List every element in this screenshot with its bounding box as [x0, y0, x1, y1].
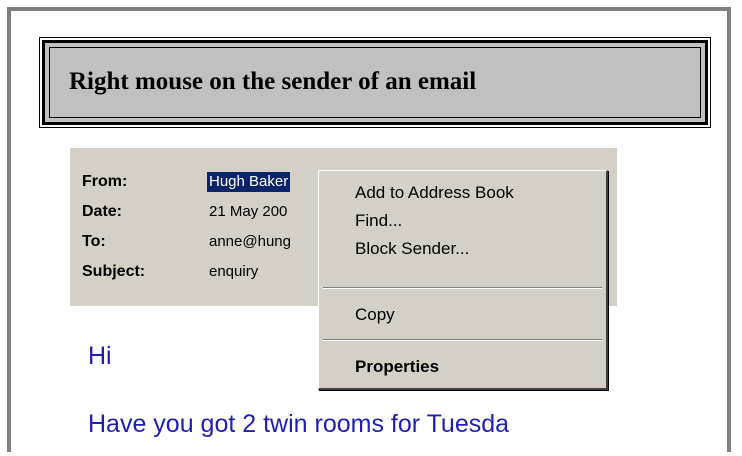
- date-value: 21 May 200: [209, 203, 288, 220]
- to-label: To:: [82, 233, 106, 250]
- sender-name[interactable]: Hugh Baker: [207, 172, 291, 192]
- menu-item-block-sender[interactable]: Block Sender...: [355, 239, 469, 259]
- menu-separator: [323, 339, 602, 341]
- context-menu: Add to Address Book Find... Block Sender…: [318, 170, 608, 390]
- title-box: Right mouse on the sender of an email: [39, 37, 711, 128]
- to-value[interactable]: anne@hung: [209, 232, 329, 252]
- body-greeting: Hi: [88, 342, 112, 370]
- menu-item-find[interactable]: Find...: [355, 211, 402, 231]
- subject-label: Subject:: [82, 263, 146, 280]
- menu-separator: [323, 287, 602, 289]
- subject-value: enquiry: [209, 263, 259, 280]
- menu-item-copy[interactable]: Copy: [355, 305, 395, 325]
- menu-item-add-to-address-book[interactable]: Add to Address Book: [355, 183, 514, 203]
- from-label: From:: [82, 173, 128, 190]
- body-line: Have you got 2 twin rooms for Tuesda: [88, 410, 510, 438]
- date-label: Date:: [82, 203, 123, 220]
- slide-title: Right mouse on the sender of an email: [69, 68, 477, 95]
- menu-item-properties[interactable]: Properties: [355, 357, 439, 377]
